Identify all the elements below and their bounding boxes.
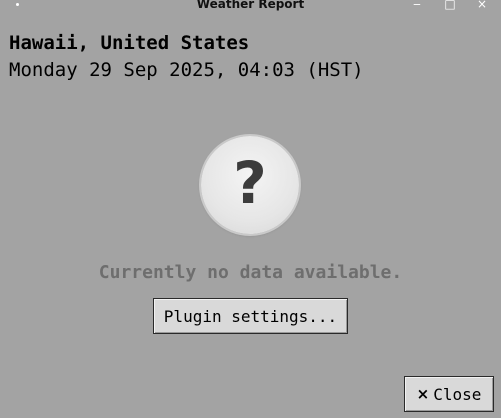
- location-label: Hawaii, United States: [9, 32, 250, 54]
- datetime-label: Monday 29 Sep 2025, 04:03 (HST): [9, 59, 364, 81]
- question-mark-icon: ?: [201, 136, 299, 234]
- plugin-settings-label: Plugin settings...: [163, 306, 338, 326]
- minimize-icon[interactable]: ‒: [409, 0, 425, 10]
- close-button[interactable]: × Close: [404, 376, 494, 412]
- plugin-settings-button[interactable]: Plugin settings...: [153, 298, 348, 334]
- maximize-icon[interactable]: □: [442, 0, 458, 10]
- window-title: Weather Report: [196, 0, 305, 11]
- close-icon: ×: [416, 385, 430, 403]
- title-bar: Weather Report ‒ □ ×: [0, 0, 501, 12]
- question-mark-glyph: ?: [233, 149, 267, 217]
- window-close-icon[interactable]: ×: [474, 0, 490, 10]
- close-button-label: Close: [433, 384, 482, 404]
- no-data-message: Currently no data available.: [98, 262, 403, 283]
